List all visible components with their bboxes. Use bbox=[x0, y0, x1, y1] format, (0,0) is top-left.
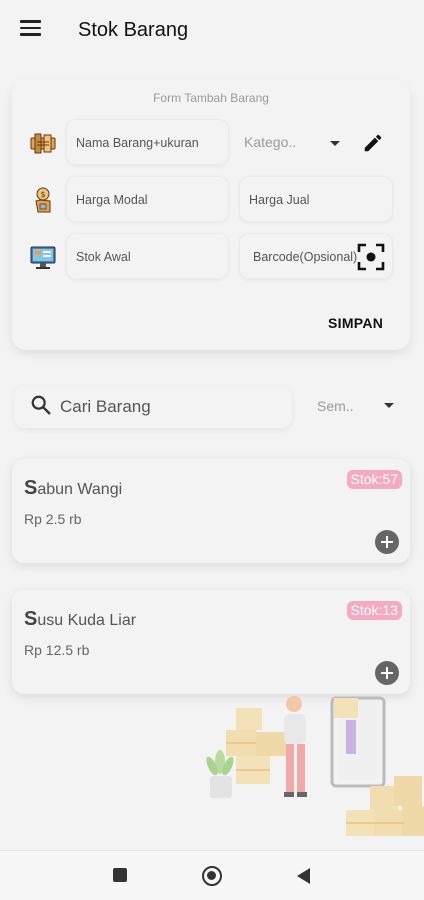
svg-text:$: $ bbox=[40, 190, 45, 199]
back-triangle-icon[interactable] bbox=[297, 868, 310, 884]
sell-price-field[interactable]: Harga Jual bbox=[239, 176, 393, 222]
category-filter-dropdown[interactable]: Sem.. bbox=[317, 398, 354, 414]
page-title: Stok Barang bbox=[78, 19, 189, 41]
money-hand-icon: $ bbox=[35, 187, 51, 213]
app-screen: Stok Barang Form Tambah Barang Nama Bara… bbox=[0, 0, 424, 900]
search-icon bbox=[31, 395, 51, 415]
add-product-form: Form Tambah Barang Nama Barang+ukuran Ka… bbox=[12, 82, 410, 350]
product-name: Susu Kuda Liar bbox=[24, 608, 137, 630]
product-name: Sabun Wangi bbox=[24, 477, 123, 499]
product-card[interactable]: Sabun Wangi Rp 2.5 rb Stok:57 bbox=[12, 459, 410, 563]
product-name-field[interactable]: Nama Barang+ukuran bbox=[66, 119, 229, 165]
search-input[interactable]: Cari Barang bbox=[14, 386, 292, 428]
app-bar: Stok Barang bbox=[0, 0, 424, 62]
add-stock-icon[interactable] bbox=[375, 530, 399, 554]
filter-caret-icon[interactable] bbox=[384, 403, 394, 408]
stock-badge: Stok:13 bbox=[346, 601, 402, 620]
buy-price-field[interactable]: Harga Modal bbox=[66, 176, 229, 222]
form-caption: Form Tambah Barang bbox=[153, 91, 269, 105]
warehouse-illustration bbox=[206, 696, 424, 836]
home-circle-icon[interactable] bbox=[202, 866, 222, 886]
hamburger-menu-icon[interactable] bbox=[20, 20, 42, 38]
barcode-scan-icon[interactable] bbox=[357, 243, 385, 271]
category-dropdown[interactable]: Katego.. bbox=[244, 134, 296, 150]
initial-stock-field[interactable]: Stok Awal bbox=[66, 233, 229, 279]
edit-pencil-icon[interactable] bbox=[362, 132, 384, 154]
recents-square-icon[interactable] bbox=[113, 868, 127, 882]
system-nav-bar bbox=[0, 850, 424, 900]
product-price: Rp 12.5 rb bbox=[24, 642, 90, 658]
product-card[interactable]: Susu Kuda Liar Rp 12.5 rb Stok:13 bbox=[12, 590, 410, 694]
save-button[interactable]: SIMPAN bbox=[328, 315, 383, 331]
search-placeholder: Cari Barang bbox=[60, 397, 151, 416]
product-label-icon bbox=[30, 133, 56, 154]
category-caret-icon[interactable] bbox=[330, 141, 340, 146]
add-stock-icon[interactable] bbox=[375, 661, 399, 685]
computer-monitor-icon bbox=[30, 246, 56, 269]
stock-badge: Stok:57 bbox=[346, 470, 402, 489]
product-price: Rp 2.5 rb bbox=[24, 511, 82, 527]
